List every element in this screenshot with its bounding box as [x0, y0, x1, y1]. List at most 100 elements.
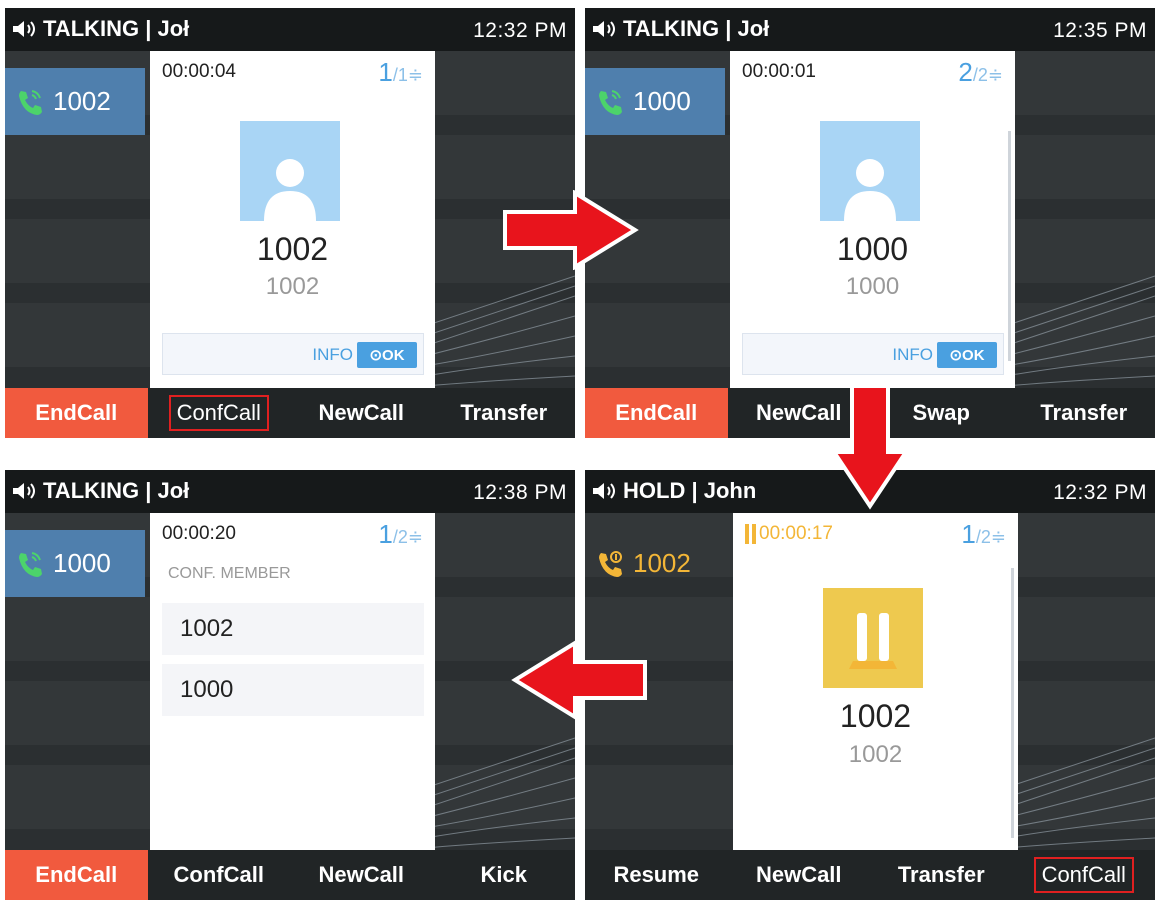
hold-avatar	[823, 588, 923, 688]
avatar	[820, 121, 920, 221]
call-timer: 00:00:01	[742, 61, 816, 82]
ok-button[interactable]: ⊙ OK	[357, 342, 417, 368]
status-label: HOLD | John	[623, 478, 757, 503]
clock: 12:38 PM	[473, 481, 567, 504]
call-counter: 2/2≑	[958, 57, 1003, 88]
timer-value: 00:00:17	[759, 523, 833, 544]
call-tab-number: 1002	[633, 548, 691, 578]
softkey-label: ConfCall	[1033, 857, 1134, 893]
scrollbar[interactable]	[1008, 131, 1011, 361]
speaker-icon	[13, 21, 35, 37]
phone-active-icon	[19, 551, 42, 577]
softkey-endcall[interactable]: EndCall	[585, 388, 728, 438]
softkey-label: EndCall	[615, 400, 698, 425]
call-tab[interactable]: 1000	[585, 68, 725, 135]
status-bar: TALKING | Joł 12:32 PM	[5, 8, 575, 51]
softkey-endcall[interactable]: EndCall	[5, 850, 148, 900]
conf-member-item[interactable]: 1002	[162, 603, 424, 655]
phone-active-icon	[19, 89, 42, 115]
softkey-label: Kick	[480, 862, 527, 887]
softkey-label: Transfer	[460, 400, 548, 425]
status-label: TALKING | Joł	[43, 478, 190, 503]
softkey-transfer[interactable]: Transfer	[433, 388, 576, 438]
avatar	[240, 121, 340, 221]
scrollbar[interactable]	[1011, 568, 1014, 838]
ok-label: OK	[382, 346, 405, 364]
conf-member-item[interactable]: 1000	[162, 664, 424, 716]
pause-icon	[752, 524, 756, 544]
softkey-newcall[interactable]: NewCall	[728, 850, 871, 900]
softkey-label: EndCall	[35, 400, 118, 425]
caller-number: 1002	[256, 231, 329, 267]
screen-talking-1000: TALKING | Joł 12:35 PM 1000 00:00:01 2/2…	[585, 8, 1155, 438]
call-timer: 00:00:20	[162, 523, 236, 544]
info-label: INFO	[892, 345, 933, 364]
call-tab-number: 1000	[633, 86, 691, 116]
call-counter: 1/1≑	[378, 57, 423, 88]
call-card: 00:00:04 1/1≑ 1002 1002 INFO ⊙ OK	[150, 51, 435, 388]
wave-graphic	[425, 275, 575, 387]
status-bar: TALKING | Joł 12:38 PM	[5, 470, 575, 513]
hold-icon	[849, 613, 897, 669]
wave-graphic	[1005, 275, 1155, 387]
call-tab[interactable]: 1000	[5, 530, 145, 597]
status-label: TALKING | Joł	[43, 16, 190, 41]
screen-talking-1002: TALKING | Joł 12:32 PM 1002 00:00:04 1/1…	[5, 8, 575, 438]
conf-member-header: CONF. MEMBER	[168, 565, 291, 582]
softkey-label: EndCall	[35, 862, 118, 887]
clock: 12:32 PM	[473, 19, 567, 42]
updown-icon: ≑	[990, 527, 1006, 547]
clock: 12:35 PM	[1053, 19, 1147, 42]
call-tab-number: 1002	[53, 86, 111, 116]
updown-icon: ≑	[987, 65, 1003, 85]
call-tab[interactable]: 1002	[5, 68, 145, 135]
softkey-resume[interactable]: Resume	[585, 850, 728, 900]
softkey-transfer[interactable]: Transfer	[870, 850, 1013, 900]
counter-current: 1	[961, 519, 976, 549]
speaker-icon	[13, 483, 35, 499]
arrow-right-icon	[503, 190, 639, 270]
updown-icon: ≑	[407, 65, 423, 85]
screen-conference: TALKING | Joł 12:38 PM 1000 00:00:20 1/2…	[5, 470, 575, 900]
softkey-newcall[interactable]: NewCall	[290, 388, 433, 438]
pause-icon	[745, 524, 749, 544]
softkey-kick[interactable]: Kick	[433, 850, 576, 900]
counter-current: 1	[378, 57, 393, 87]
phone-active-icon	[599, 89, 622, 115]
conference-card: 00:00:20 1/2≑ CONF. MEMBER 1002 1000	[150, 513, 435, 850]
softkey-confcall[interactable]: ConfCall	[148, 388, 291, 438]
softkey-bar: Resume NewCall Transfer ConfCall	[585, 850, 1155, 900]
caller-id: 1000	[845, 273, 900, 300]
counter-total: /2	[975, 527, 991, 547]
softkey-label: ConfCall	[168, 395, 269, 431]
softkey-bar: EndCall ConfCall NewCall Kick	[5, 850, 575, 900]
caller-number: 1000	[836, 231, 909, 267]
wave-graphic	[1005, 737, 1155, 849]
softkey-newcall[interactable]: NewCall	[290, 850, 433, 900]
caller-id: 1002	[848, 741, 903, 768]
call-tab[interactable]: 1002	[585, 530, 725, 597]
softkey-confcall[interactable]: ConfCall	[1013, 850, 1156, 900]
screen-hold: HOLD | John 12:32 PM 1002 00:00:17 1/2≑ …	[585, 470, 1155, 900]
softkey-transfer[interactable]: Transfer	[1013, 388, 1156, 438]
counter-total: /2	[392, 527, 408, 547]
call-tab-number: 1000	[53, 548, 111, 578]
person-icon	[264, 159, 316, 221]
call-counter: 1/2≑	[961, 519, 1006, 550]
softkey-label: Resume	[613, 862, 700, 887]
ok-label: OK	[962, 346, 985, 364]
softkey-label: NewCall	[318, 400, 405, 425]
updown-icon: ≑	[407, 527, 423, 547]
softkey-confcall[interactable]: ConfCall	[148, 850, 291, 900]
counter-total: /2	[972, 65, 988, 85]
softkey-label: Transfer	[1040, 400, 1128, 425]
softkey-endcall[interactable]: EndCall	[5, 388, 148, 438]
ok-button[interactable]: ⊙ OK	[937, 342, 997, 368]
status-bar: TALKING | Joł 12:35 PM	[585, 8, 1155, 51]
softkey-label: ConfCall	[173, 862, 264, 887]
counter-current: 1	[378, 519, 393, 549]
info-bar[interactable]: INFO ⊙ OK	[742, 333, 1004, 375]
info-bar[interactable]: INFO ⊙ OK	[162, 333, 424, 375]
person-icon	[844, 159, 896, 221]
softkey-label: Swap	[912, 400, 970, 425]
